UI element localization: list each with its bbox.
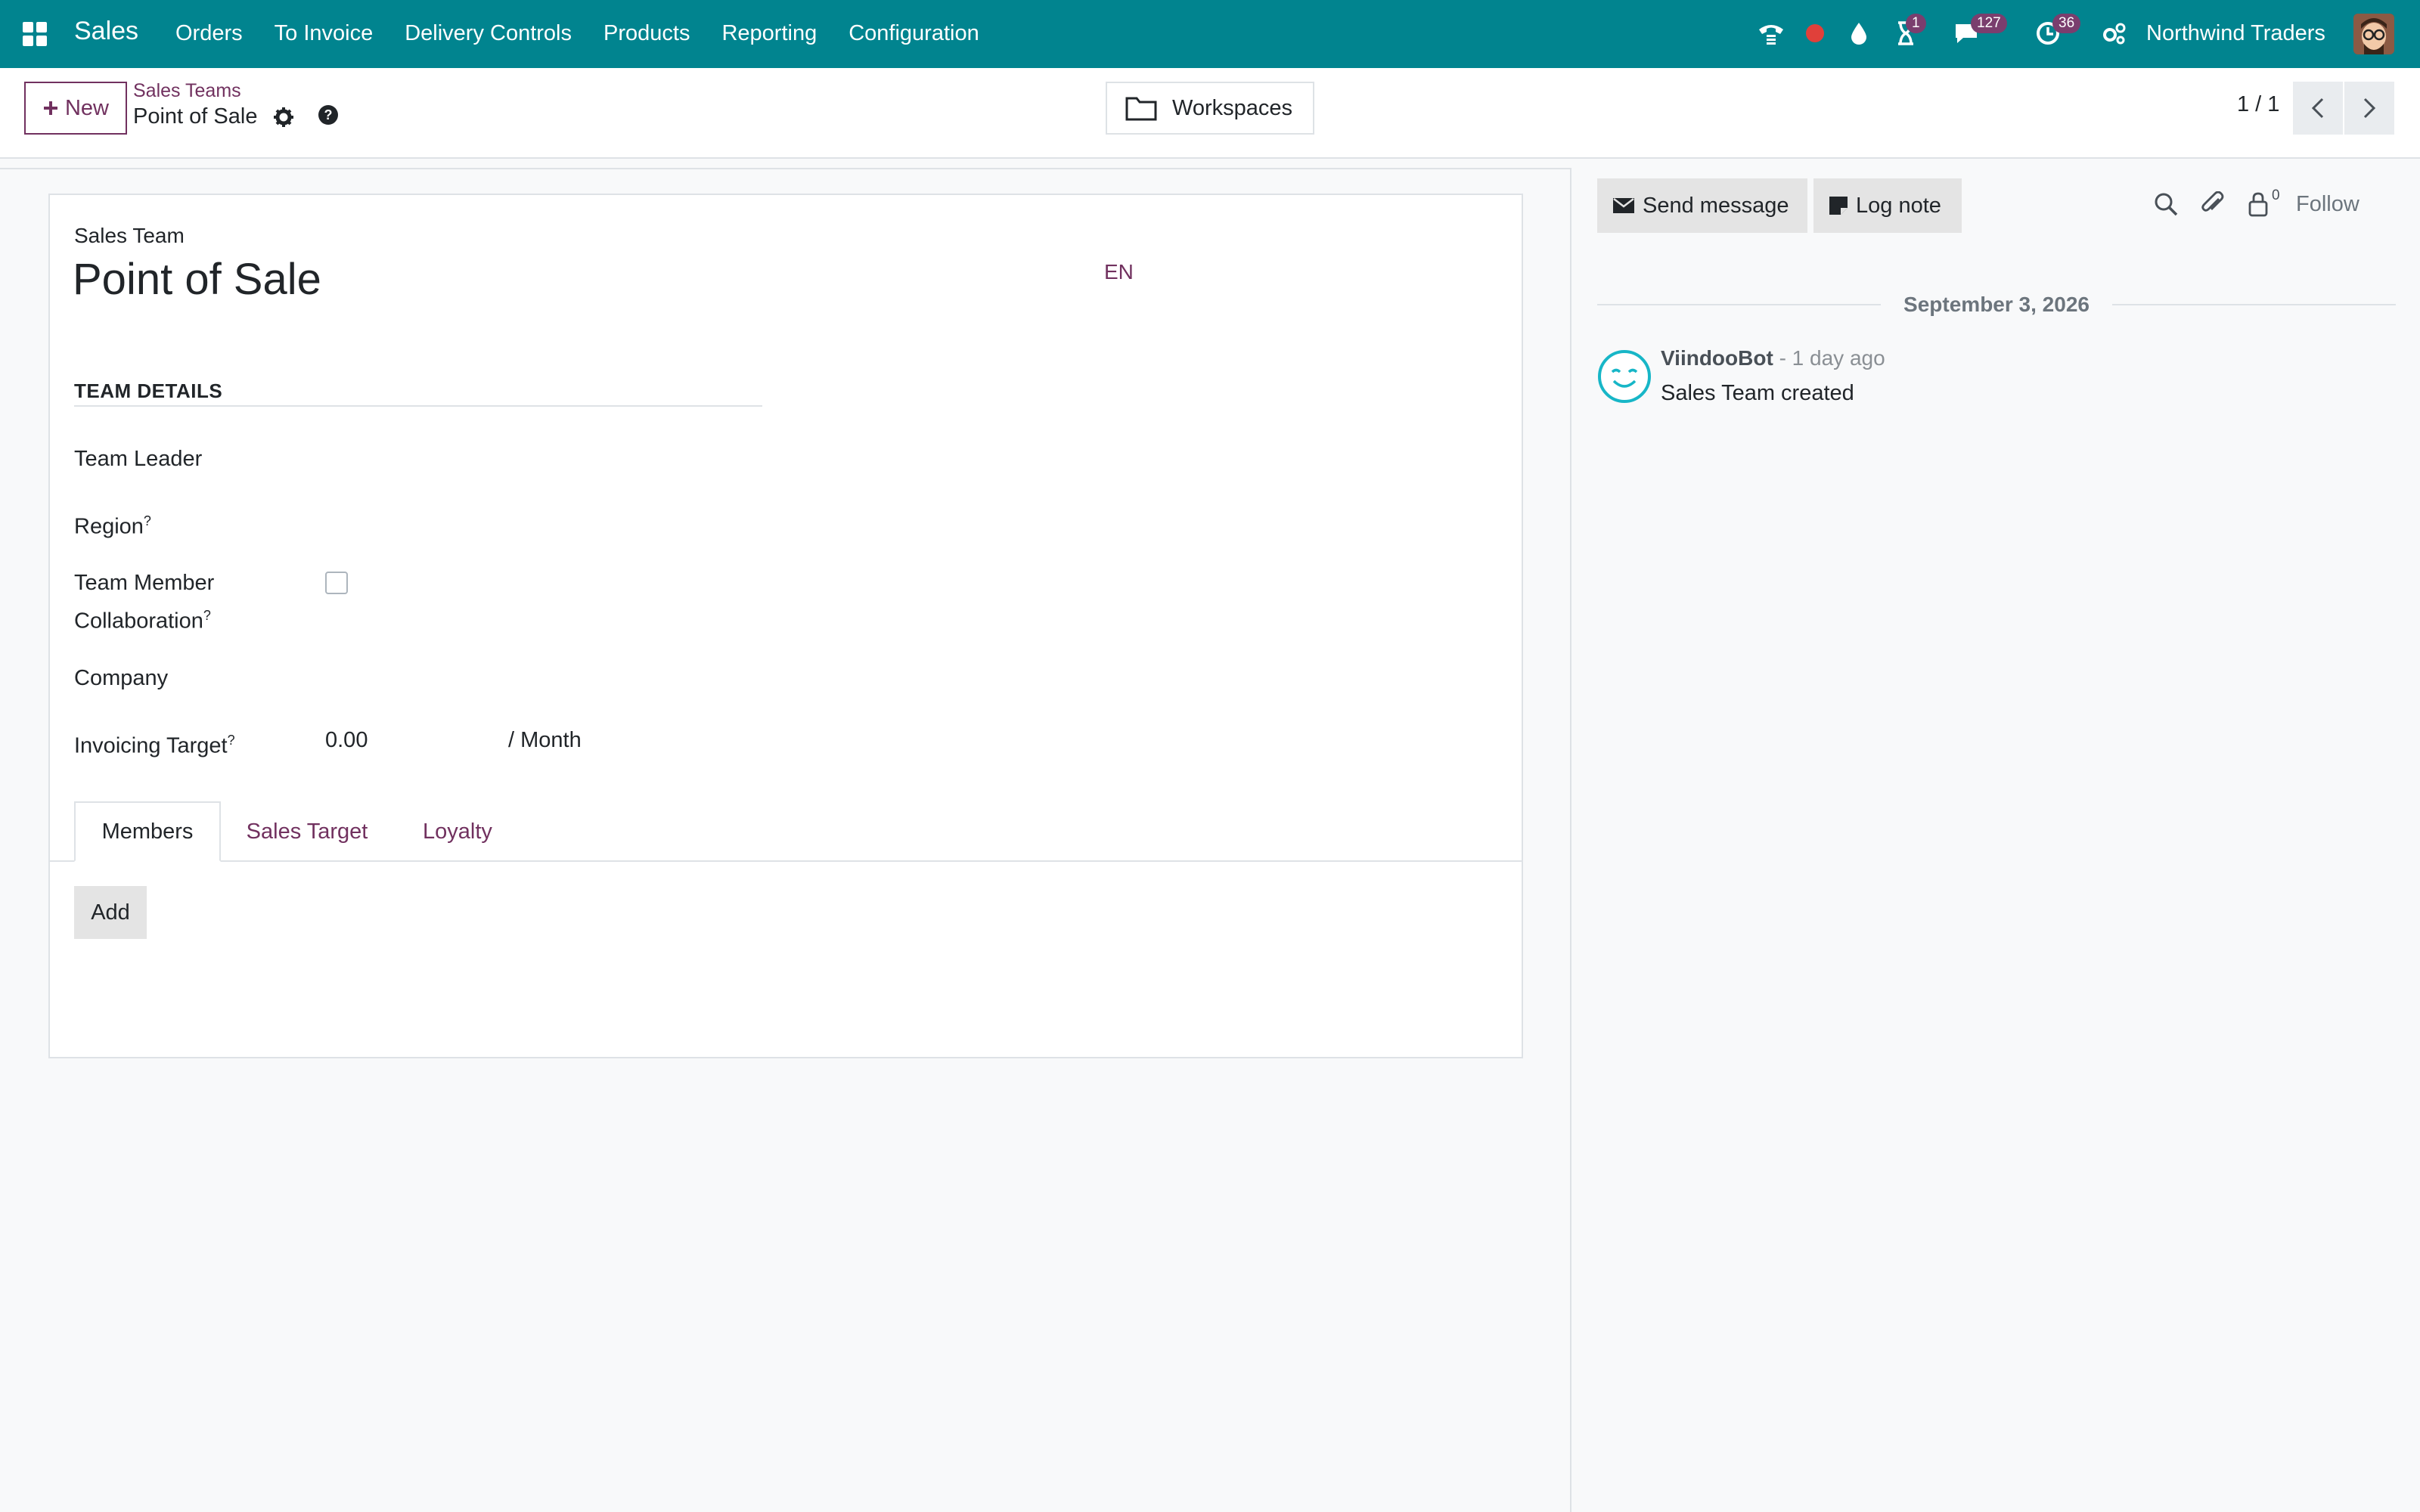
group-divider <box>74 405 762 407</box>
follow-button[interactable]: Follow <box>2296 192 2360 217</box>
followers-lock-icon[interactable] <box>2243 189 2273 219</box>
company-switcher[interactable]: Northwind Traders <box>2146 21 2325 46</box>
message-author[interactable]: ViindooBot <box>1661 346 1773 370</box>
tab-members[interactable]: Members <box>74 801 221 862</box>
log-note-label: Log note <box>1856 193 1941 218</box>
followers-count: 0 <box>2272 187 2280 203</box>
control-panel: New Sales Teams Point of Sale ? Workspac… <box>0 68 2420 159</box>
tab-loyalty[interactable]: Loyalty <box>401 801 514 862</box>
region-input[interactable] <box>324 505 762 538</box>
collaboration-help-icon[interactable]: ? <box>203 608 211 623</box>
field-label-team-leader: Team Leader <box>74 447 203 471</box>
menu-products[interactable]: Products <box>603 21 690 46</box>
date-separator: September 3, 2026 <box>1597 293 2397 316</box>
phone-icon[interactable] <box>1756 18 1786 48</box>
menu-to-invoice[interactable]: To Invoice <box>275 21 374 46</box>
main-menu: Orders To Invoice Delivery Controls Prod… <box>175 21 1011 46</box>
tab-sales-target[interactable]: Sales Target <box>227 801 387 862</box>
field-label-region: Region? <box>74 513 151 539</box>
new-button[interactable]: New <box>24 82 127 135</box>
messages-badge: 127 <box>1971 14 2007 33</box>
team-name-field[interactable]: Point of Sale <box>73 254 321 305</box>
menu-orders[interactable]: Orders <box>175 21 243 46</box>
breadcrumb-parent[interactable]: Sales Teams <box>133 80 241 102</box>
invoicing-target-input[interactable]: 0.00 <box>325 724 492 757</box>
field-label-team-member-collaboration: Team Member Collaboration? <box>74 571 215 634</box>
plus-icon <box>43 101 57 115</box>
record-icon[interactable] <box>1800 18 1830 48</box>
invoicing-target-unit: / Month <box>508 728 582 752</box>
add-member-button[interactable]: Add <box>74 886 147 939</box>
send-message-label: Send message <box>1643 193 1789 218</box>
breadcrumb-current: Point of Sale <box>133 104 258 129</box>
folder-icon <box>1125 97 1157 121</box>
workspaces-button[interactable]: Workspaces <box>1106 82 1314 135</box>
collaboration-checkbox[interactable] <box>325 572 348 594</box>
clock-icon[interactable]: 36 <box>2033 14 2081 48</box>
chevron-right-icon <box>2363 98 2376 119</box>
clock-badge: 36 <box>2052 14 2081 33</box>
record-type-label: Sales Team <box>74 224 185 247</box>
note-icon <box>1829 197 1848 215</box>
menu-configuration[interactable]: Configuration <box>849 21 979 46</box>
field-label-company: Company <box>74 666 169 690</box>
message-body: Sales Team created <box>1661 381 1854 405</box>
settings-gears-icon[interactable] <box>2099 18 2130 48</box>
messages-icon[interactable]: 127 <box>1951 14 2007 48</box>
chevron-left-icon <box>2311 98 2324 119</box>
pager-value[interactable]: 1 / 1 <box>2237 92 2279 117</box>
search-icon[interactable] <box>2151 189 2181 219</box>
region-help-icon[interactable]: ? <box>144 513 151 528</box>
svg-text:?: ? <box>324 107 333 122</box>
workspaces-label: Workspaces <box>1172 95 1293 120</box>
date-separator-label: September 3, 2026 <box>1903 293 2090 316</box>
menu-delivery-controls[interactable]: Delivery Controls <box>405 21 572 46</box>
drop-icon[interactable] <box>1844 18 1874 48</box>
user-avatar[interactable] <box>2353 14 2394 54</box>
invoicing-help-icon[interactable]: ? <box>228 733 235 748</box>
team-leader-input[interactable] <box>324 443 762 476</box>
send-message-button[interactable]: Send message <box>1597 178 1807 233</box>
activity-badge: 1 <box>1906 14 1926 33</box>
paperclip-icon[interactable] <box>2198 189 2228 219</box>
gear-icon[interactable] <box>272 106 296 130</box>
top-navbar: Sales Orders To Invoice Delivery Control… <box>0 0 2420 68</box>
app-name[interactable]: Sales <box>74 17 138 46</box>
log-note-button[interactable]: Log note <box>1813 178 1962 233</box>
app-grid-icon[interactable] <box>23 22 47 46</box>
new-button-label: New <box>64 95 109 120</box>
help-icon[interactable]: ? <box>318 104 340 127</box>
envelope-icon <box>1613 198 1634 213</box>
group-title-team-details: TEAM DETAILS <box>74 380 223 402</box>
activity-icon[interactable]: 1 <box>1891 14 1926 48</box>
pager-prev-button[interactable] <box>2293 82 2343 135</box>
language-button[interactable]: EN <box>1104 260 1134 284</box>
field-label-invoicing-target: Invoicing Target? <box>74 733 235 758</box>
pager-next-button[interactable] <box>2344 82 2394 135</box>
form-sheet <box>48 194 1523 1058</box>
message-time: - 1 day ago <box>1773 346 1885 370</box>
menu-reporting[interactable]: Reporting <box>721 21 817 46</box>
message-header: ViindooBot - 1 day ago <box>1661 346 1885 370</box>
company-input[interactable] <box>324 662 762 695</box>
bot-avatar[interactable] <box>1597 349 1652 404</box>
